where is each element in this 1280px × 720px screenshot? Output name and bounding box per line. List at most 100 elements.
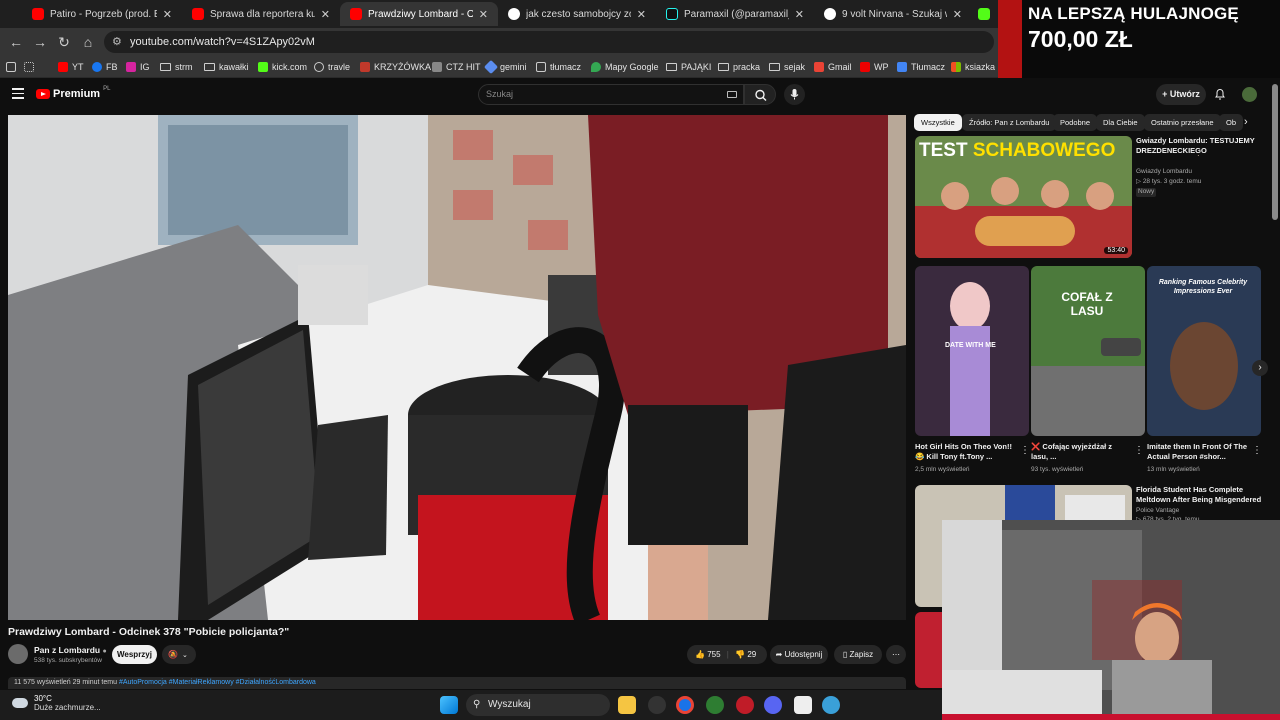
related-video-channel[interactable]: Police Vantage xyxy=(1136,507,1179,516)
app-icon[interactable] xyxy=(794,696,812,714)
folder-icon xyxy=(204,63,215,71)
short-thumbnail[interactable]: Ranking Famous Celebrity Impressions Eve… xyxy=(1147,266,1261,436)
tab-prawdziwy-lombard[interactable]: Prawdziwy Lombard - Odci ✕ xyxy=(340,2,498,26)
bookmark-kawalki[interactable]: kawałki xyxy=(204,60,249,74)
menu-icon[interactable] xyxy=(12,88,24,100)
browser-icon[interactable] xyxy=(706,696,724,714)
back-icon[interactable]: ← xyxy=(8,34,24,50)
related-video-title[interactable]: Gwiazdy Lombardu: TESTUJEMY DREZDENECKIE… xyxy=(1136,136,1262,156)
opera-icon[interactable] xyxy=(736,696,754,714)
chip-recently-uploaded[interactable]: Ostatnio przesłane xyxy=(1144,114,1221,131)
like-button[interactable]: 👍 755 xyxy=(695,650,721,659)
forward-icon[interactable]: → xyxy=(32,34,48,50)
file-explorer-icon[interactable] xyxy=(618,696,636,714)
related-video-title[interactable]: Florida Student Has Complete Meltdown Af… xyxy=(1136,485,1262,505)
keyboard-icon[interactable] xyxy=(727,91,737,98)
more-vertical-icon[interactable]: ⋮ xyxy=(1252,445,1262,456)
chip-source-channel[interactable]: Źródło: Pan z Lombardu xyxy=(962,114,1057,131)
search-button[interactable] xyxy=(744,84,776,105)
dislike-button[interactable]: 👎 29 xyxy=(735,650,756,659)
subscribed-bell-button[interactable]: 🔕 ⌄ xyxy=(162,645,196,664)
bookmark-pajaki[interactable]: PAJĄKI xyxy=(666,60,711,74)
short-thumbnail[interactable]: COFAŁ Z LASU xyxy=(1031,266,1145,436)
grid-icon[interactable] xyxy=(24,60,34,74)
chip-for-you[interactable]: Dla Ciebie xyxy=(1096,114,1145,131)
close-icon[interactable]: ✕ xyxy=(637,8,646,21)
page-scrollbar[interactable] xyxy=(1272,84,1278,220)
video-title: Prawdziwy Lombard - Odcinek 378 "Pobicie… xyxy=(8,626,290,638)
close-icon[interactable]: ✕ xyxy=(321,8,330,21)
search-input[interactable]: Szukaj xyxy=(478,84,744,105)
related-thumbnail[interactable]: TEST SCHABOWEGO 53:40 xyxy=(915,136,1132,258)
tab-kick[interactable] xyxy=(974,2,996,26)
bookmark-yt[interactable]: YT xyxy=(58,60,84,74)
bookmark-mapy-google[interactable]: Mapy Google xyxy=(591,60,659,74)
chevron-right-icon[interactable]: › xyxy=(1244,114,1258,131)
short-thumbnail[interactable]: DATE WITH ME xyxy=(915,266,1029,436)
notifications-icon[interactable] xyxy=(1213,87,1227,101)
bell-off-icon: 🔕 xyxy=(168,650,178,659)
more-vertical-icon[interactable]: ⋮ xyxy=(1020,445,1030,456)
close-icon[interactable]: ✕ xyxy=(479,8,488,21)
chrome-icon[interactable] xyxy=(676,696,694,714)
save-button[interactable]: ▯ Zapisz xyxy=(834,645,882,664)
bookmark-sejak[interactable]: sejak xyxy=(769,60,805,74)
related-video-channel[interactable]: Gwiazdy Lombardu xyxy=(1136,168,1192,177)
site-info-icon[interactable]: ⚙ xyxy=(112,31,122,53)
account-avatar[interactable] xyxy=(1242,87,1257,102)
support-button[interactable]: Wesprzyj xyxy=(112,645,157,664)
bookmark-gemini[interactable]: gemini xyxy=(483,59,527,75)
bookmark-krzyzowka[interactable]: KRZYŻÓWKA xyxy=(360,60,431,74)
apps-icon[interactable] xyxy=(6,60,16,74)
taskbar-search[interactable]: ⚲ Wyszukaj xyxy=(466,694,610,716)
bookmark-pracka[interactable]: pracka xyxy=(718,60,760,74)
create-button[interactable]: + Utwórz xyxy=(1156,84,1206,105)
bookmark-wp[interactable]: WP xyxy=(860,60,889,74)
bookmark-ig[interactable]: IG xyxy=(126,60,150,74)
weather-widget[interactable]: 30°C Duże zachmurze... xyxy=(12,694,101,712)
bookmark-fb[interactable]: FB xyxy=(92,60,118,74)
reload-icon[interactable]: ↻ xyxy=(56,34,72,50)
voice-search-button[interactable] xyxy=(784,84,805,105)
close-icon[interactable]: ✕ xyxy=(953,8,962,21)
bookmark-tlumacz[interactable]: tłumacz xyxy=(536,60,581,74)
bookmark-gmail[interactable]: Gmail xyxy=(814,60,852,74)
related-thumbnail-partial[interactable] xyxy=(915,612,943,688)
chip-more[interactable]: Ob xyxy=(1219,114,1244,131)
channel-avatar[interactable] xyxy=(8,644,28,664)
bookmark-tlumacz-2[interactable]: Tłumacz xyxy=(897,60,945,74)
bookmark-ctz-hit[interactable]: CTZ HIT xyxy=(432,60,481,74)
address-bar[interactable]: ⚙ youtube.com/watch?v=4S1ZApy02vM xyxy=(104,31,994,53)
tab-patiro[interactable]: Patiro - Pogrzeb (prod. Bero) - Y ✕ xyxy=(22,2,182,26)
chip-similar[interactable]: Podobne xyxy=(1053,114,1098,131)
short-title[interactable]: Hot Girl Hits On Theo Von!! 😂 Kill Tony … xyxy=(915,442,1019,462)
chip-all[interactable]: Wszystkie xyxy=(914,114,962,131)
more-vertical-icon[interactable]: ⋮ xyxy=(1134,445,1144,456)
more-actions-button[interactable]: ⋯ xyxy=(886,645,906,664)
short-views: 2,5 mln wyświetleń xyxy=(915,466,970,473)
tab-google-search-1[interactable]: jak czesto samobojcy zostawiaj ✕ xyxy=(498,2,656,26)
google-icon xyxy=(508,8,520,20)
short-title[interactable]: ❌ Cofając wyjeżdżał z lasu, ... xyxy=(1031,442,1131,462)
app-icon[interactable] xyxy=(648,696,666,714)
discord-icon[interactable] xyxy=(764,696,782,714)
home-icon[interactable]: ⌂ xyxy=(80,34,96,50)
channel-name[interactable]: Pan z Lombardu ● xyxy=(34,645,107,655)
bookmark-kick[interactable]: kick.com xyxy=(258,60,307,74)
bookmark-ksiazka[interactable]: ksiazka xyxy=(951,60,995,74)
description-box[interactable]: 11 575 wyświetleń 29 minut temu #AutoPro… xyxy=(8,677,906,689)
tab-tiktok[interactable]: Paramaxil (@paramaxil_) | TikTo ✕ xyxy=(656,2,814,26)
start-menu-icon[interactable] xyxy=(440,696,458,714)
close-icon[interactable]: ✕ xyxy=(795,8,804,21)
bookmark-strm[interactable]: strm xyxy=(160,60,193,74)
bookmark-travle[interactable]: travle xyxy=(314,60,350,74)
shorts-next-button[interactable]: › xyxy=(1252,360,1268,376)
tab-sprawa[interactable]: Sprawa dla reportera kupa - You ✕ xyxy=(182,2,340,26)
tab-google-search-2[interactable]: 9 volt Nirvana - Szukaj w Googl ✕ xyxy=(814,2,972,26)
globe-icon[interactable] xyxy=(822,696,840,714)
close-icon[interactable]: ✕ xyxy=(163,8,172,21)
video-player[interactable] xyxy=(8,115,906,620)
short-title[interactable]: Imitate them In Front Of The Actual Pers… xyxy=(1147,442,1249,462)
youtube-logo[interactable]: Premium PL xyxy=(36,86,110,100)
share-button[interactable]: ➦ Udostępnij xyxy=(770,645,828,664)
